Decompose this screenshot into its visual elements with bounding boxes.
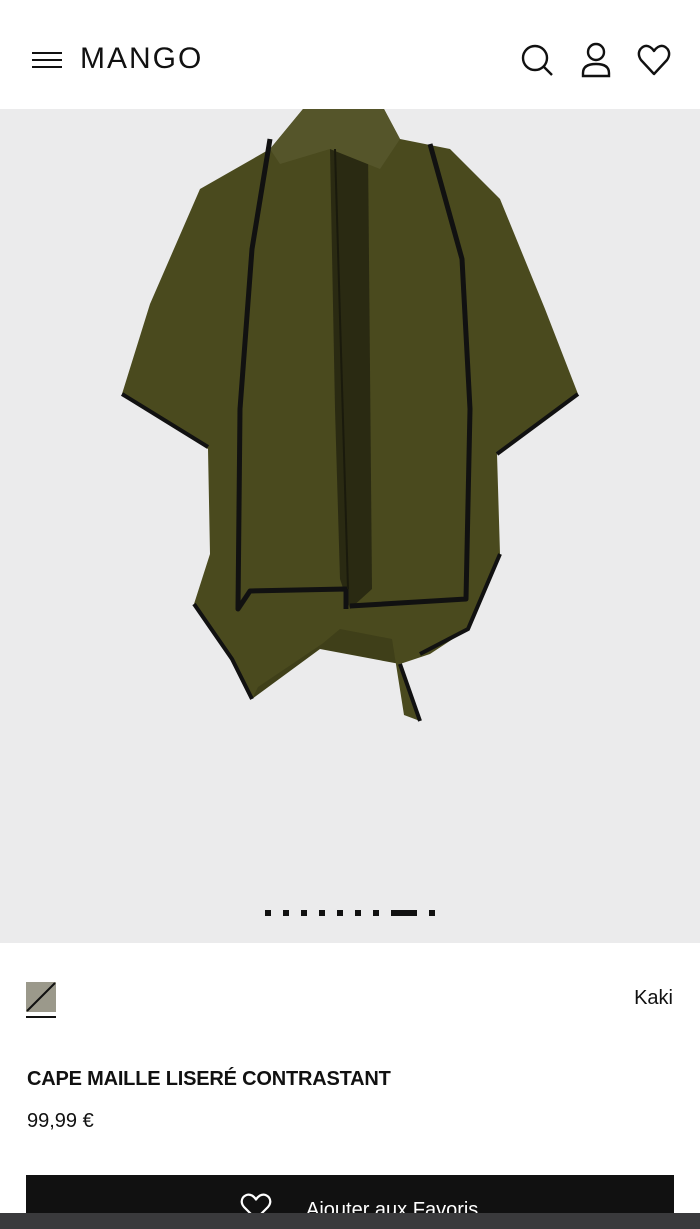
- color-swatch-kaki[interactable]: [26, 982, 56, 1012]
- khaki-knit-cape-photo: [120, 109, 580, 722]
- product-image-gallery[interactable]: [0, 109, 700, 943]
- top-header: MANGO: [0, 0, 700, 109]
- search-icon[interactable]: [519, 40, 555, 80]
- gallery-dot[interactable]: [355, 910, 361, 916]
- gallery-dot-active[interactable]: [391, 910, 417, 916]
- gallery-pagination: [0, 910, 700, 918]
- hamburger-menu-icon[interactable]: [30, 48, 64, 72]
- brand-logo[interactable]: MANGO: [80, 42, 203, 76]
- selected-color-name: Kaki: [634, 987, 673, 1009]
- browser-bottom-bar: [0, 1213, 700, 1229]
- gallery-dot[interactable]: [429, 910, 435, 916]
- product-price: 99,99 €: [27, 1110, 94, 1132]
- gallery-dot[interactable]: [283, 910, 289, 916]
- gallery-dot[interactable]: [265, 910, 271, 916]
- selected-swatch-underline: [26, 1016, 56, 1018]
- heart-icon[interactable]: [636, 40, 672, 80]
- gallery-dot[interactable]: [301, 910, 307, 916]
- gallery-dot[interactable]: [319, 910, 325, 916]
- user-icon[interactable]: [578, 40, 614, 80]
- gallery-dot[interactable]: [337, 910, 343, 916]
- color-selector: Kaki: [0, 965, 700, 1025]
- product-title: CAPE MAILLE LISERÉ CONTRASTANT: [27, 1068, 391, 1090]
- gallery-dot[interactable]: [373, 910, 379, 916]
